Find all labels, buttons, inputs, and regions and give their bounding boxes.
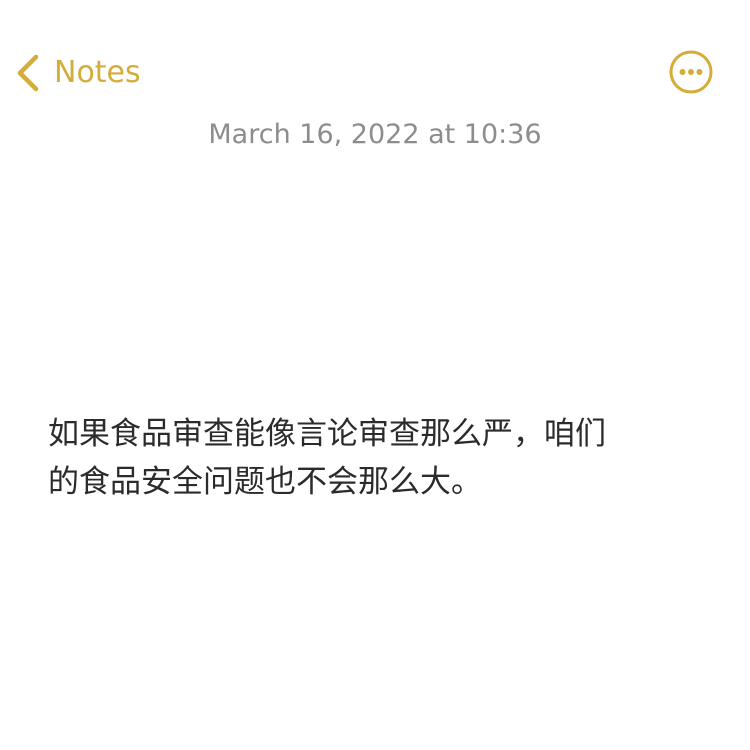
- note-body[interactable]: 如果食品审查能像言论审查那么严，咱们 的食品安全问题也不会那么大。: [48, 410, 708, 506]
- ellipsis-circle-icon: [667, 48, 715, 96]
- chevron-left-icon: [14, 53, 42, 93]
- note-screen: Notes March 16, 2022 at 10:36 如果食品审查能像言论…: [0, 0, 750, 750]
- more-options-button[interactable]: [667, 48, 715, 96]
- note-timestamp: March 16, 2022 at 10:36: [208, 119, 542, 150]
- note-text-line: 如果食品审查能像言论审查那么严，咱们: [48, 416, 606, 452]
- note-text-line: 的食品安全问题也不会那么大。: [48, 464, 482, 500]
- back-button-label: Notes: [54, 55, 141, 90]
- back-button[interactable]: Notes: [14, 50, 141, 96]
- navigation-bar: Notes: [0, 0, 750, 110]
